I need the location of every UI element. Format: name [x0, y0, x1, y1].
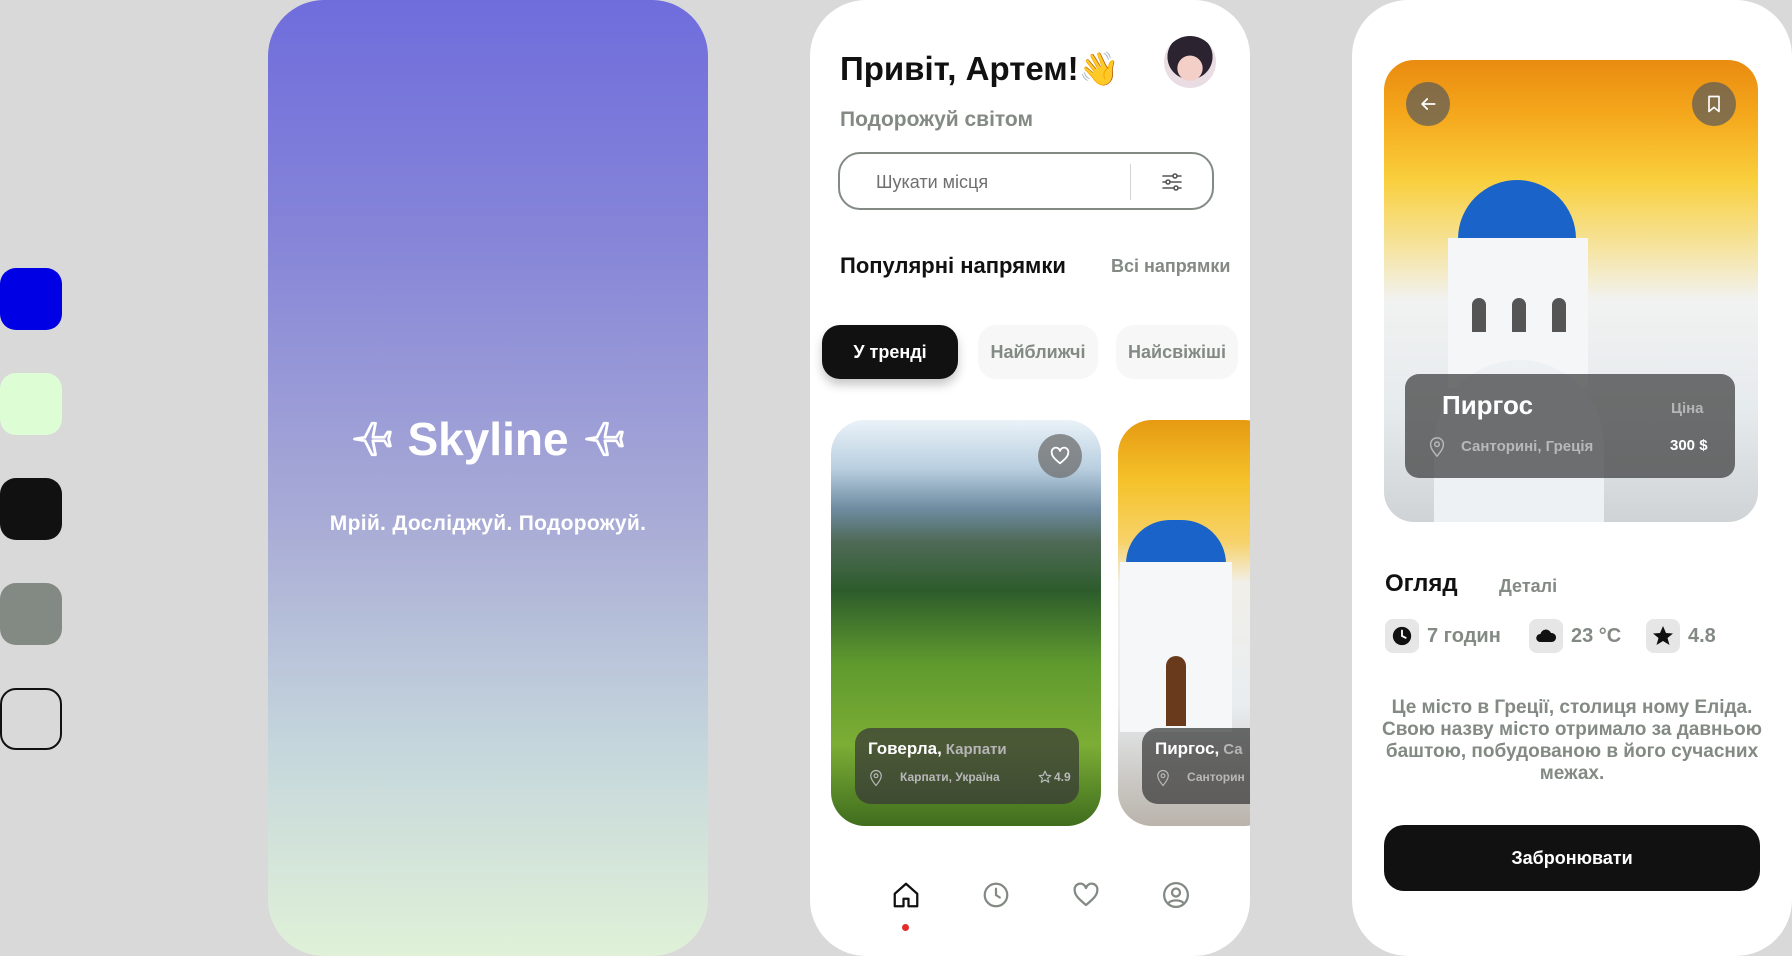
stat-weather-value: 23 °C: [1571, 624, 1622, 647]
clock-icon[interactable]: [981, 880, 1011, 910]
dome-shape: [1126, 520, 1226, 564]
heart-icon: [1050, 446, 1070, 465]
see-all-link[interactable]: Всі напрямки: [1111, 256, 1230, 277]
stat-rating-value: 4.8: [1688, 624, 1716, 647]
search-input[interactable]: [874, 168, 1108, 196]
search-bar: [838, 152, 1214, 210]
card-title: Говерла, Карпати: [868, 739, 1007, 758]
plane-icon: [353, 421, 393, 457]
home-screen: Привіт, Артем!👋 Подорожуй світом Популяр…: [810, 0, 1250, 956]
card-region: Карпати: [945, 741, 1007, 758]
cloud-icon: [1529, 619, 1563, 653]
greeting-title: Привіт, Артем!👋: [840, 50, 1120, 87]
chip-newest[interactable]: Найсвіжіші: [1116, 325, 1238, 379]
book-button[interactable]: Забронювати: [1384, 825, 1760, 891]
bookmark-button[interactable]: [1692, 82, 1736, 126]
card-rating: 4.9: [1038, 770, 1071, 784]
avatar[interactable]: [1164, 36, 1216, 88]
heart-icon[interactable]: [1071, 880, 1101, 910]
plane-icon: [584, 421, 624, 457]
star-icon: [1646, 619, 1680, 653]
tower-window: [1552, 298, 1566, 332]
profile-icon[interactable]: [1161, 880, 1191, 910]
star-icon: [1038, 770, 1052, 783]
stat-weather: 23 °C: [1529, 619, 1621, 653]
price-label: Ціна: [1671, 400, 1704, 417]
detail-screen: Пиргос Ціна Санторині, Греція 300 $ Огля…: [1352, 0, 1792, 956]
clock-icon: [1385, 619, 1419, 653]
color-swatch-gray: [0, 583, 62, 645]
destination-card[interactable]: Говерла, Карпати Карпати, Україна 4.9: [831, 420, 1101, 826]
splash-tagline: Мрій. Досліджуй. Подорожуй.: [329, 512, 647, 535]
greeting-subtitle: Подорожуй світом: [840, 108, 1034, 131]
active-nav-indicator: [902, 924, 909, 931]
bottom-nav: [810, 880, 1250, 931]
place-title: Пиргос: [1442, 390, 1534, 420]
church-door: [1166, 656, 1186, 726]
card-location: Карпати, Україна: [900, 770, 1000, 784]
tower-window: [1472, 298, 1486, 332]
hero-image: Пиргос Ціна Санторині, Греція 300 $: [1384, 60, 1758, 522]
card-location: Санторин: [1187, 770, 1245, 784]
search-divider: [1130, 164, 1131, 200]
arrow-left-icon: [1421, 98, 1436, 110]
destination-card[interactable]: Пиргос, Са Санторин: [1118, 420, 1250, 826]
chip-nearest[interactable]: Найближчі: [978, 325, 1098, 379]
place-location: Санторині, Греція: [1461, 438, 1594, 455]
splash-screen: Skyline Мрій. Досліджуй. Подорожуй.: [268, 0, 708, 956]
card-info: Пиргос, Са Санторин: [1142, 728, 1250, 804]
pin-icon: [1157, 769, 1169, 787]
bookmark-icon: [1708, 95, 1720, 113]
color-swatch-mint: [0, 373, 62, 435]
tab-overview[interactable]: Огляд: [1385, 570, 1458, 598]
splash-logo: Skyline: [268, 412, 708, 466]
back-button[interactable]: [1406, 82, 1450, 126]
stat-rating: 4.8: [1646, 619, 1716, 653]
place-info-card: Пиргос Ціна Санторині, Греція 300 $: [1405, 374, 1735, 478]
section-title: Популярні напрямки: [840, 253, 1066, 278]
card-rating-value: 4.9: [1054, 770, 1071, 784]
place-description: Це місто в Греції, столиця ному Еліда. С…: [1381, 697, 1762, 784]
home-icon[interactable]: [891, 880, 921, 910]
card-region: Са: [1223, 741, 1243, 758]
color-swatch-black: [0, 478, 62, 540]
chip-trending[interactable]: У тренді: [822, 325, 958, 379]
color-swatch-blue: [0, 268, 62, 330]
stat-duration: 7 годин: [1385, 619, 1501, 653]
brand-name: Skyline: [407, 413, 569, 465]
card-info: Говерла, Карпати Карпати, Україна 4.9: [855, 728, 1079, 804]
place-price: 300 $: [1670, 437, 1708, 454]
tower-window: [1512, 298, 1526, 332]
pin-icon: [870, 769, 882, 787]
tab-details[interactable]: Деталі: [1499, 576, 1557, 597]
stat-duration-value: 7 годин: [1427, 624, 1501, 647]
card-title: Пиргос, Са: [1155, 739, 1243, 758]
dome-shape: [1458, 180, 1576, 242]
color-swatch-outline: [0, 688, 62, 750]
pin-icon: [1429, 437, 1445, 458]
sliders-icon[interactable]: [1160, 170, 1184, 194]
favorite-button[interactable]: [1038, 434, 1082, 478]
